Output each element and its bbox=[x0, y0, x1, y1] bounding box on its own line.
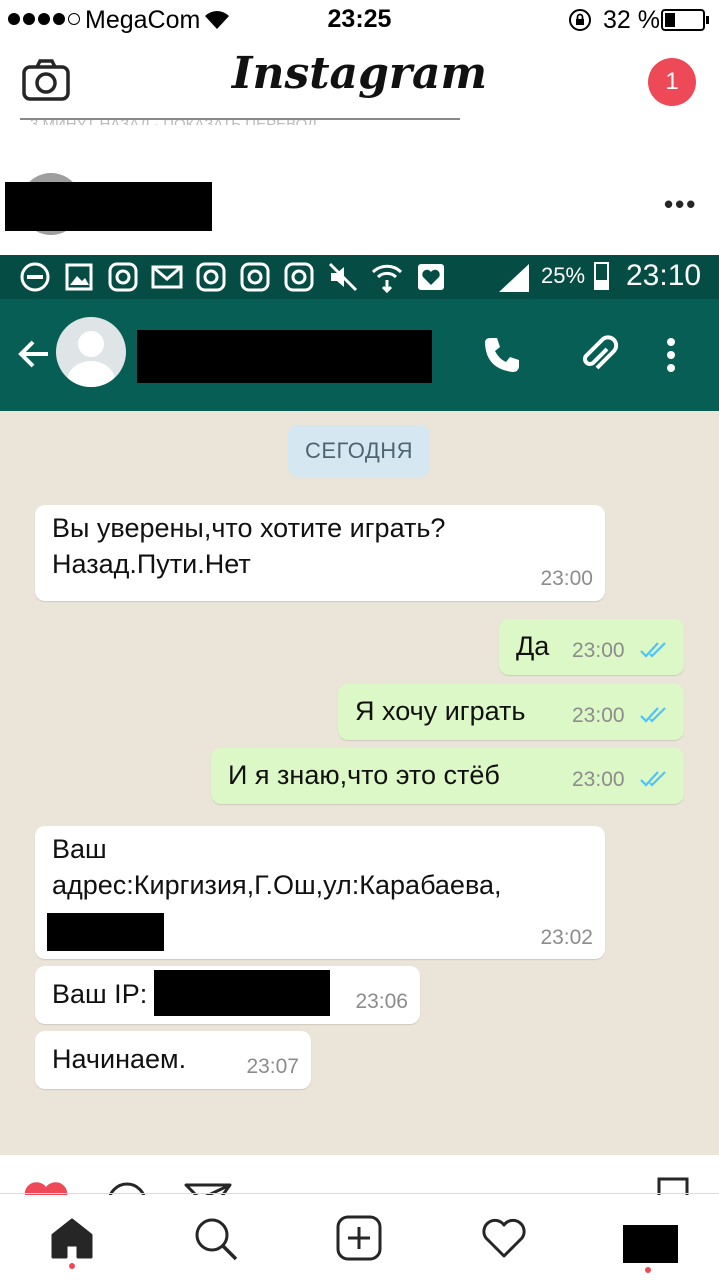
message-time: 23:00 bbox=[572, 639, 625, 662]
message-text: Начинаем. bbox=[52, 1044, 187, 1074]
home-active-dot bbox=[69, 1263, 75, 1269]
post-photo[interactable]: 25% 23:10 СЕГОДНЯ Вы уверены,что хотите … bbox=[0, 255, 719, 1155]
bottom-tab-bar bbox=[0, 1195, 719, 1280]
contact-avatar[interactable] bbox=[56, 317, 126, 387]
redacted-ip bbox=[154, 970, 330, 1016]
message-time: 23:00 bbox=[540, 567, 593, 590]
redacted-contact-name bbox=[137, 330, 432, 383]
message-time: 23:00 bbox=[572, 704, 625, 727]
message-time: 23:00 bbox=[572, 768, 625, 791]
message-text: Ваш адрес:Киргизия,Г.Ош,ул:Карабаева, bbox=[52, 834, 502, 900]
instagram-icon bbox=[240, 262, 270, 292]
activity-heart-icon[interactable] bbox=[481, 1217, 527, 1259]
date-separator: СЕГОДНЯ bbox=[288, 425, 430, 477]
android-battery-percentage: 25% bbox=[541, 263, 586, 288]
battery-percentage: 32 % bbox=[603, 6, 660, 34]
instagram-icon bbox=[196, 262, 226, 292]
android-status-bar: 25% 23:10 bbox=[0, 255, 719, 299]
do-not-disturb-icon bbox=[20, 262, 50, 292]
read-ticks-icon bbox=[640, 707, 666, 723]
message-time: 23:07 bbox=[246, 1055, 299, 1078]
redacted-text bbox=[47, 913, 164, 951]
more-vert-icon[interactable] bbox=[664, 337, 678, 373]
header-divider bbox=[20, 118, 460, 120]
divider bbox=[0, 1193, 719, 1194]
instagram-icon bbox=[108, 262, 138, 292]
chat-area[interactable]: СЕГОДНЯ Вы уверены,что хотите играть? На… bbox=[0, 411, 719, 1155]
message-incoming[interactable]: Ваш IP: 23:06 bbox=[35, 966, 420, 1024]
post-actions bbox=[0, 1155, 719, 1195]
message-text: И я знаю,что это стёб bbox=[228, 760, 500, 790]
signal-icon bbox=[499, 264, 529, 292]
instagram-icon bbox=[284, 262, 314, 292]
instagram-logo: Instagram bbox=[231, 48, 488, 99]
read-ticks-icon bbox=[640, 771, 666, 787]
more-options-icon[interactable]: ••• bbox=[664, 189, 697, 220]
message-text: Да bbox=[516, 631, 550, 661]
android-clock: 23:10 bbox=[626, 259, 702, 292]
read-ticks-icon bbox=[640, 642, 666, 658]
gallery-icon bbox=[65, 263, 93, 291]
wifi-icon bbox=[371, 264, 403, 294]
phone-icon[interactable] bbox=[482, 335, 522, 375]
ios-status-bar: MegaCom 23:25 32 % bbox=[0, 0, 719, 40]
message-incoming[interactable]: Вы уверены,что хотите играть? Назад.Пути… bbox=[35, 505, 605, 601]
home-icon[interactable] bbox=[50, 1217, 94, 1259]
message-text: Я хочу играть bbox=[355, 696, 526, 726]
post-header: ••• bbox=[0, 125, 719, 255]
instagram-header: Instagram 1 3 МИНУТ НАЗАД · ПОКАЗАТЬ ПЕР… bbox=[0, 40, 719, 125]
message-outgoing[interactable]: И я знаю,что это стёб 23:00 bbox=[211, 748, 684, 804]
notification-badge[interactable]: 1 bbox=[648, 58, 696, 106]
profile-icon[interactable] bbox=[623, 1225, 678, 1263]
back-arrow-icon[interactable] bbox=[16, 337, 50, 371]
message-incoming[interactable]: Ваш адрес:Киргизия,Г.Ош,ул:Карабаева, 23… bbox=[35, 826, 605, 959]
rotation-lock-icon bbox=[569, 9, 591, 31]
message-outgoing[interactable]: Я хочу играть 23:00 bbox=[338, 684, 684, 740]
message-outgoing[interactable]: Да 23:00 bbox=[499, 619, 684, 675]
mail-icon bbox=[151, 265, 183, 289]
battery-icon bbox=[661, 9, 709, 31]
redacted-username bbox=[5, 182, 212, 231]
message-text: Ваш IP: bbox=[52, 979, 148, 1009]
battery-icon bbox=[594, 262, 609, 290]
message-incoming[interactable]: Начинаем. 23:07 bbox=[35, 1031, 311, 1089]
message-text: Вы уверены,что хотите играть? Назад.Пути… bbox=[52, 513, 446, 579]
add-icon[interactable] bbox=[336, 1215, 382, 1261]
search-icon[interactable] bbox=[193, 1216, 239, 1262]
message-time: 23:06 bbox=[355, 990, 408, 1013]
whatsapp-chat-header bbox=[0, 299, 719, 411]
mute-icon bbox=[328, 262, 358, 292]
heart-icon bbox=[418, 264, 444, 290]
message-time: 23:02 bbox=[540, 926, 593, 949]
paperclip-icon[interactable] bbox=[577, 333, 621, 377]
profile-activity-dot bbox=[645, 1267, 651, 1273]
